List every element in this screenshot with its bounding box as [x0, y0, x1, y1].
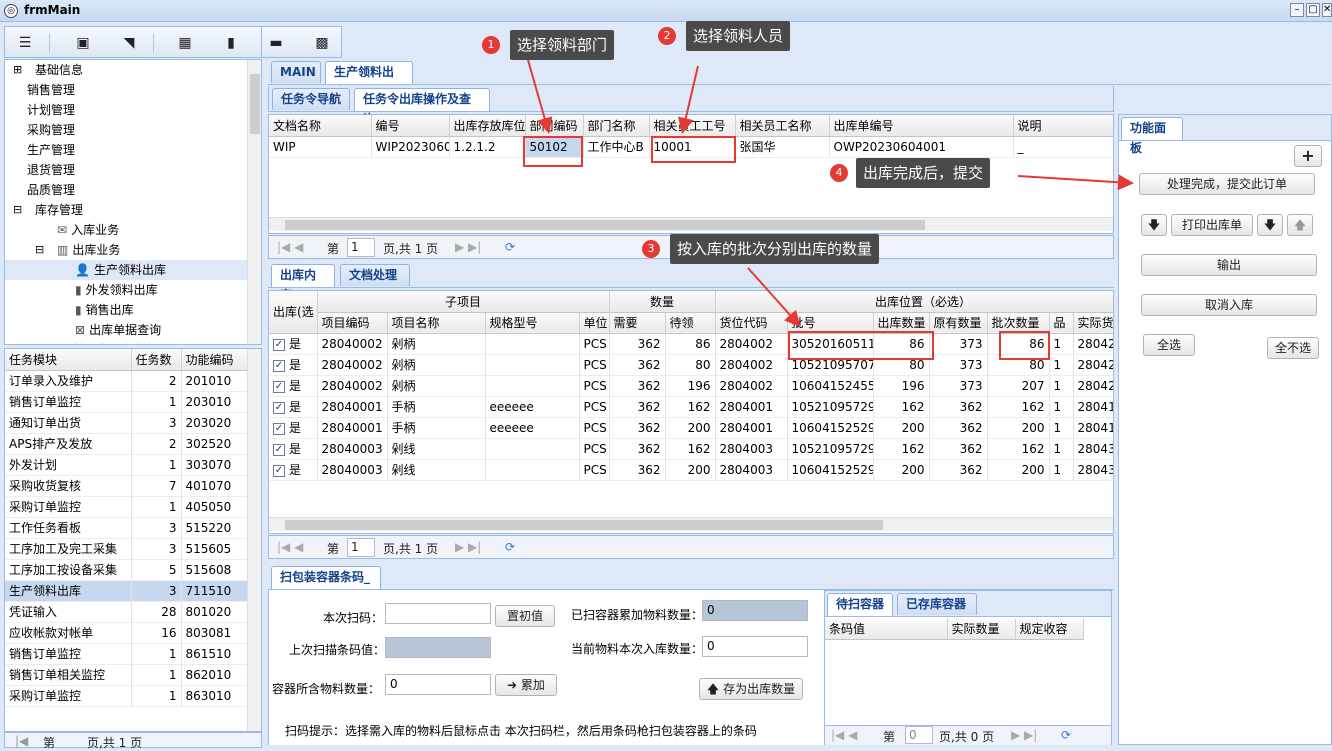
- annotation-callout-3: 按入库的批次分别出库的数量: [670, 234, 880, 264]
- annotation-arrows: [527, 59, 1134, 327]
- annotation-callout-1: 选择领料部门: [510, 30, 615, 60]
- annotation-badge-4: 4: [830, 164, 848, 182]
- annotation-badge-2: 2: [658, 27, 676, 45]
- annotation-callout-2: 选择领料人员: [686, 21, 791, 51]
- annotation-callout-4: 出库完成后，提交: [856, 158, 991, 188]
- annotation-badge-1: 1: [482, 36, 500, 54]
- annotation-badge-3: 3: [642, 240, 660, 258]
